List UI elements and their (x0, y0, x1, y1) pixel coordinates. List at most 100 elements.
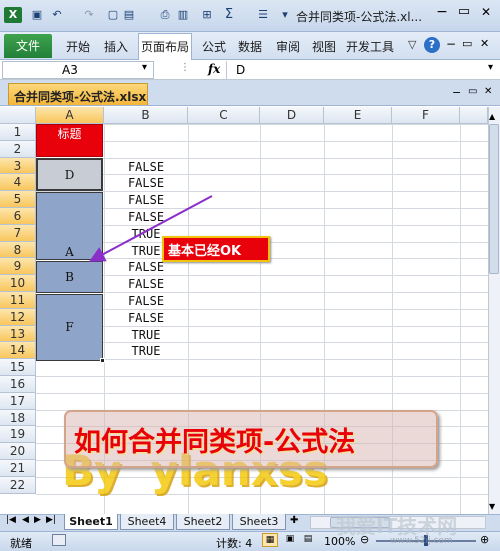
row-header-3[interactable]: 3 (0, 157, 36, 175)
merged-cell-d[interactable]: D (36, 158, 103, 191)
normal-view-icon[interactable]: ▦ (262, 533, 278, 547)
open-icon[interactable]: ▤ (122, 8, 136, 22)
expand-formula-icon[interactable]: ▾ (488, 62, 493, 73)
excel-logo-icon[interactable]: X (4, 7, 22, 23)
close-button[interactable]: ✕ (476, 5, 496, 19)
formula-value: D (236, 63, 246, 77)
column-header-c[interactable]: C (188, 107, 260, 124)
restore-button[interactable]: ▭ (454, 4, 474, 19)
prev-sheet-icon[interactable]: ◀ (22, 515, 29, 525)
tab-formulas[interactable]: 公式 (202, 38, 226, 55)
formula-bar-splitter[interactable]: ⋮ (180, 62, 190, 73)
preview-icon[interactable]: ▥ (176, 8, 190, 22)
cell-b13[interactable]: TRUE (104, 327, 188, 343)
file-tab[interactable]: 文件 (4, 34, 52, 58)
sheet-tab-3[interactable]: Sheet3 (232, 514, 286, 530)
row-header-18[interactable]: 18 (0, 409, 36, 427)
new-sheet-icon[interactable]: ✚ (290, 515, 298, 526)
row-header-19[interactable]: 19 (0, 426, 36, 444)
row-header-6[interactable]: 6 (0, 208, 36, 225)
column-header-d[interactable]: D (260, 107, 324, 124)
scroll-down-icon[interactable]: ▼ (489, 502, 495, 511)
undo-icon[interactable]: ↶ (50, 8, 64, 22)
row-header-16[interactable]: 16 (0, 376, 36, 393)
autosum-icon[interactable]: Σ (222, 8, 236, 22)
print-icon[interactable]: ⎙ (158, 8, 172, 22)
sheet-tab-4[interactable]: Sheet4 (120, 514, 174, 530)
help-icon[interactable]: ? (424, 37, 440, 53)
name-box-value: A3 (62, 63, 78, 77)
tab-page-layout-label: 页面布局 (141, 40, 190, 54)
row-header-8[interactable]: 8 (0, 241, 36, 259)
merged-cell-b-text: B (65, 270, 74, 284)
last-sheet-icon[interactable]: ▶| (46, 515, 56, 525)
sheet-tab-1[interactable]: Sheet1 (64, 514, 118, 530)
new-file-icon[interactable]: ▢ (106, 8, 120, 22)
row-header-7[interactable]: 7 (0, 224, 36, 242)
row-header-11[interactable]: 11 (0, 292, 36, 309)
cell-a1-title[interactable]: 标题 (36, 124, 103, 157)
cell-b10[interactable]: FALSE (104, 276, 188, 292)
workbook-close-icon[interactable]: ✕ (484, 86, 492, 97)
scroll-up-icon[interactable]: ▲ (489, 112, 495, 121)
customize-qat-icon[interactable]: ▾ (278, 8, 292, 22)
sheet-tab-2[interactable]: Sheet2 (176, 514, 230, 530)
cell-b3[interactable]: FALSE (104, 159, 188, 175)
row-header-12[interactable]: 12 (0, 308, 36, 326)
window-title: 合并同类项-公式法.xl... (296, 10, 423, 24)
column-header-b[interactable]: B (104, 107, 188, 124)
row-header-10[interactable]: 10 (0, 275, 36, 292)
tab-insert[interactable]: 插入 (104, 38, 128, 55)
ribbon-close-icon[interactable]: ✕ (480, 37, 489, 50)
row-header-2[interactable]: 2 (0, 140, 36, 158)
row-header-22[interactable]: 22 (0, 476, 36, 494)
zoom-in-icon[interactable]: ⊕ (480, 533, 489, 546)
title-bar: X ▣ ↶ ↷ ▢ ▤ ⎙ ▥ ⊞ Σ ☰ ▾ 合并同类项-公式法.xl... … (0, 0, 500, 32)
column-header-e[interactable]: E (324, 107, 392, 124)
merged-cell-f[interactable]: F (36, 294, 103, 361)
workbook-minimize-icon[interactable]: − (452, 86, 461, 99)
tab-review[interactable]: 审阅 (276, 38, 300, 55)
align-icon[interactable]: ☰ (256, 8, 270, 22)
next-sheet-icon[interactable]: ▶ (34, 515, 41, 525)
ribbon-restore-icon[interactable]: ▭ (462, 37, 472, 50)
row-header-20[interactable]: 20 (0, 443, 36, 460)
tab-view[interactable]: 视图 (312, 38, 336, 55)
page-break-view-icon[interactable]: ▤ (300, 533, 316, 547)
status-mode: 就绪 (10, 537, 32, 550)
row-header-17[interactable]: 17 (0, 392, 36, 410)
scroll-thumb[interactable] (489, 124, 499, 274)
formula-input[interactable] (226, 61, 488, 79)
first-sheet-icon[interactable]: |◀ (6, 515, 16, 525)
tab-home[interactable]: 开始 (66, 38, 90, 55)
name-box-dropdown-icon[interactable]: ▾ (142, 62, 147, 73)
row-header-13[interactable]: 13 (0, 325, 36, 343)
cell-b12[interactable]: FALSE (104, 310, 188, 326)
column-header-f[interactable]: F (392, 107, 460, 124)
tab-developer[interactable]: 开发工具 (346, 38, 394, 55)
borders-icon[interactable]: ⊞ (200, 8, 214, 22)
workbook-restore-icon[interactable]: ▭ (468, 86, 477, 97)
collapse-ribbon-icon[interactable]: ▽ (408, 38, 416, 51)
cell-b11[interactable]: FALSE (104, 293, 188, 309)
tab-data[interactable]: 数据 (238, 38, 262, 55)
insert-function-icon[interactable]: fx (208, 62, 220, 76)
ribbon-minimize-icon[interactable]: − (446, 37, 456, 51)
cell-b14[interactable]: TRUE (104, 343, 188, 359)
row-header-9[interactable]: 9 (0, 258, 36, 276)
column-header-a[interactable]: A (36, 107, 104, 124)
page-layout-view-icon[interactable]: ▣ (282, 533, 298, 547)
name-box[interactable] (2, 61, 154, 79)
row-header-15[interactable]: 15 (0, 359, 36, 376)
row-header-14[interactable]: 14 (0, 342, 36, 360)
minimize-button[interactable]: − (432, 4, 452, 20)
row-header-5[interactable]: 5 (0, 191, 36, 208)
row-header-1[interactable]: 1 (0, 124, 36, 141)
macro-record-icon[interactable] (52, 534, 66, 546)
workbook-tab-label: 合并同类项-公式法.xlsx (14, 90, 147, 104)
row-header-21[interactable]: 21 (0, 460, 36, 477)
select-all-corner[interactable] (0, 107, 36, 124)
row-header-4[interactable]: 4 (0, 174, 36, 192)
redo-icon[interactable]: ↷ (82, 8, 96, 22)
save-icon[interactable]: ▣ (30, 8, 44, 22)
